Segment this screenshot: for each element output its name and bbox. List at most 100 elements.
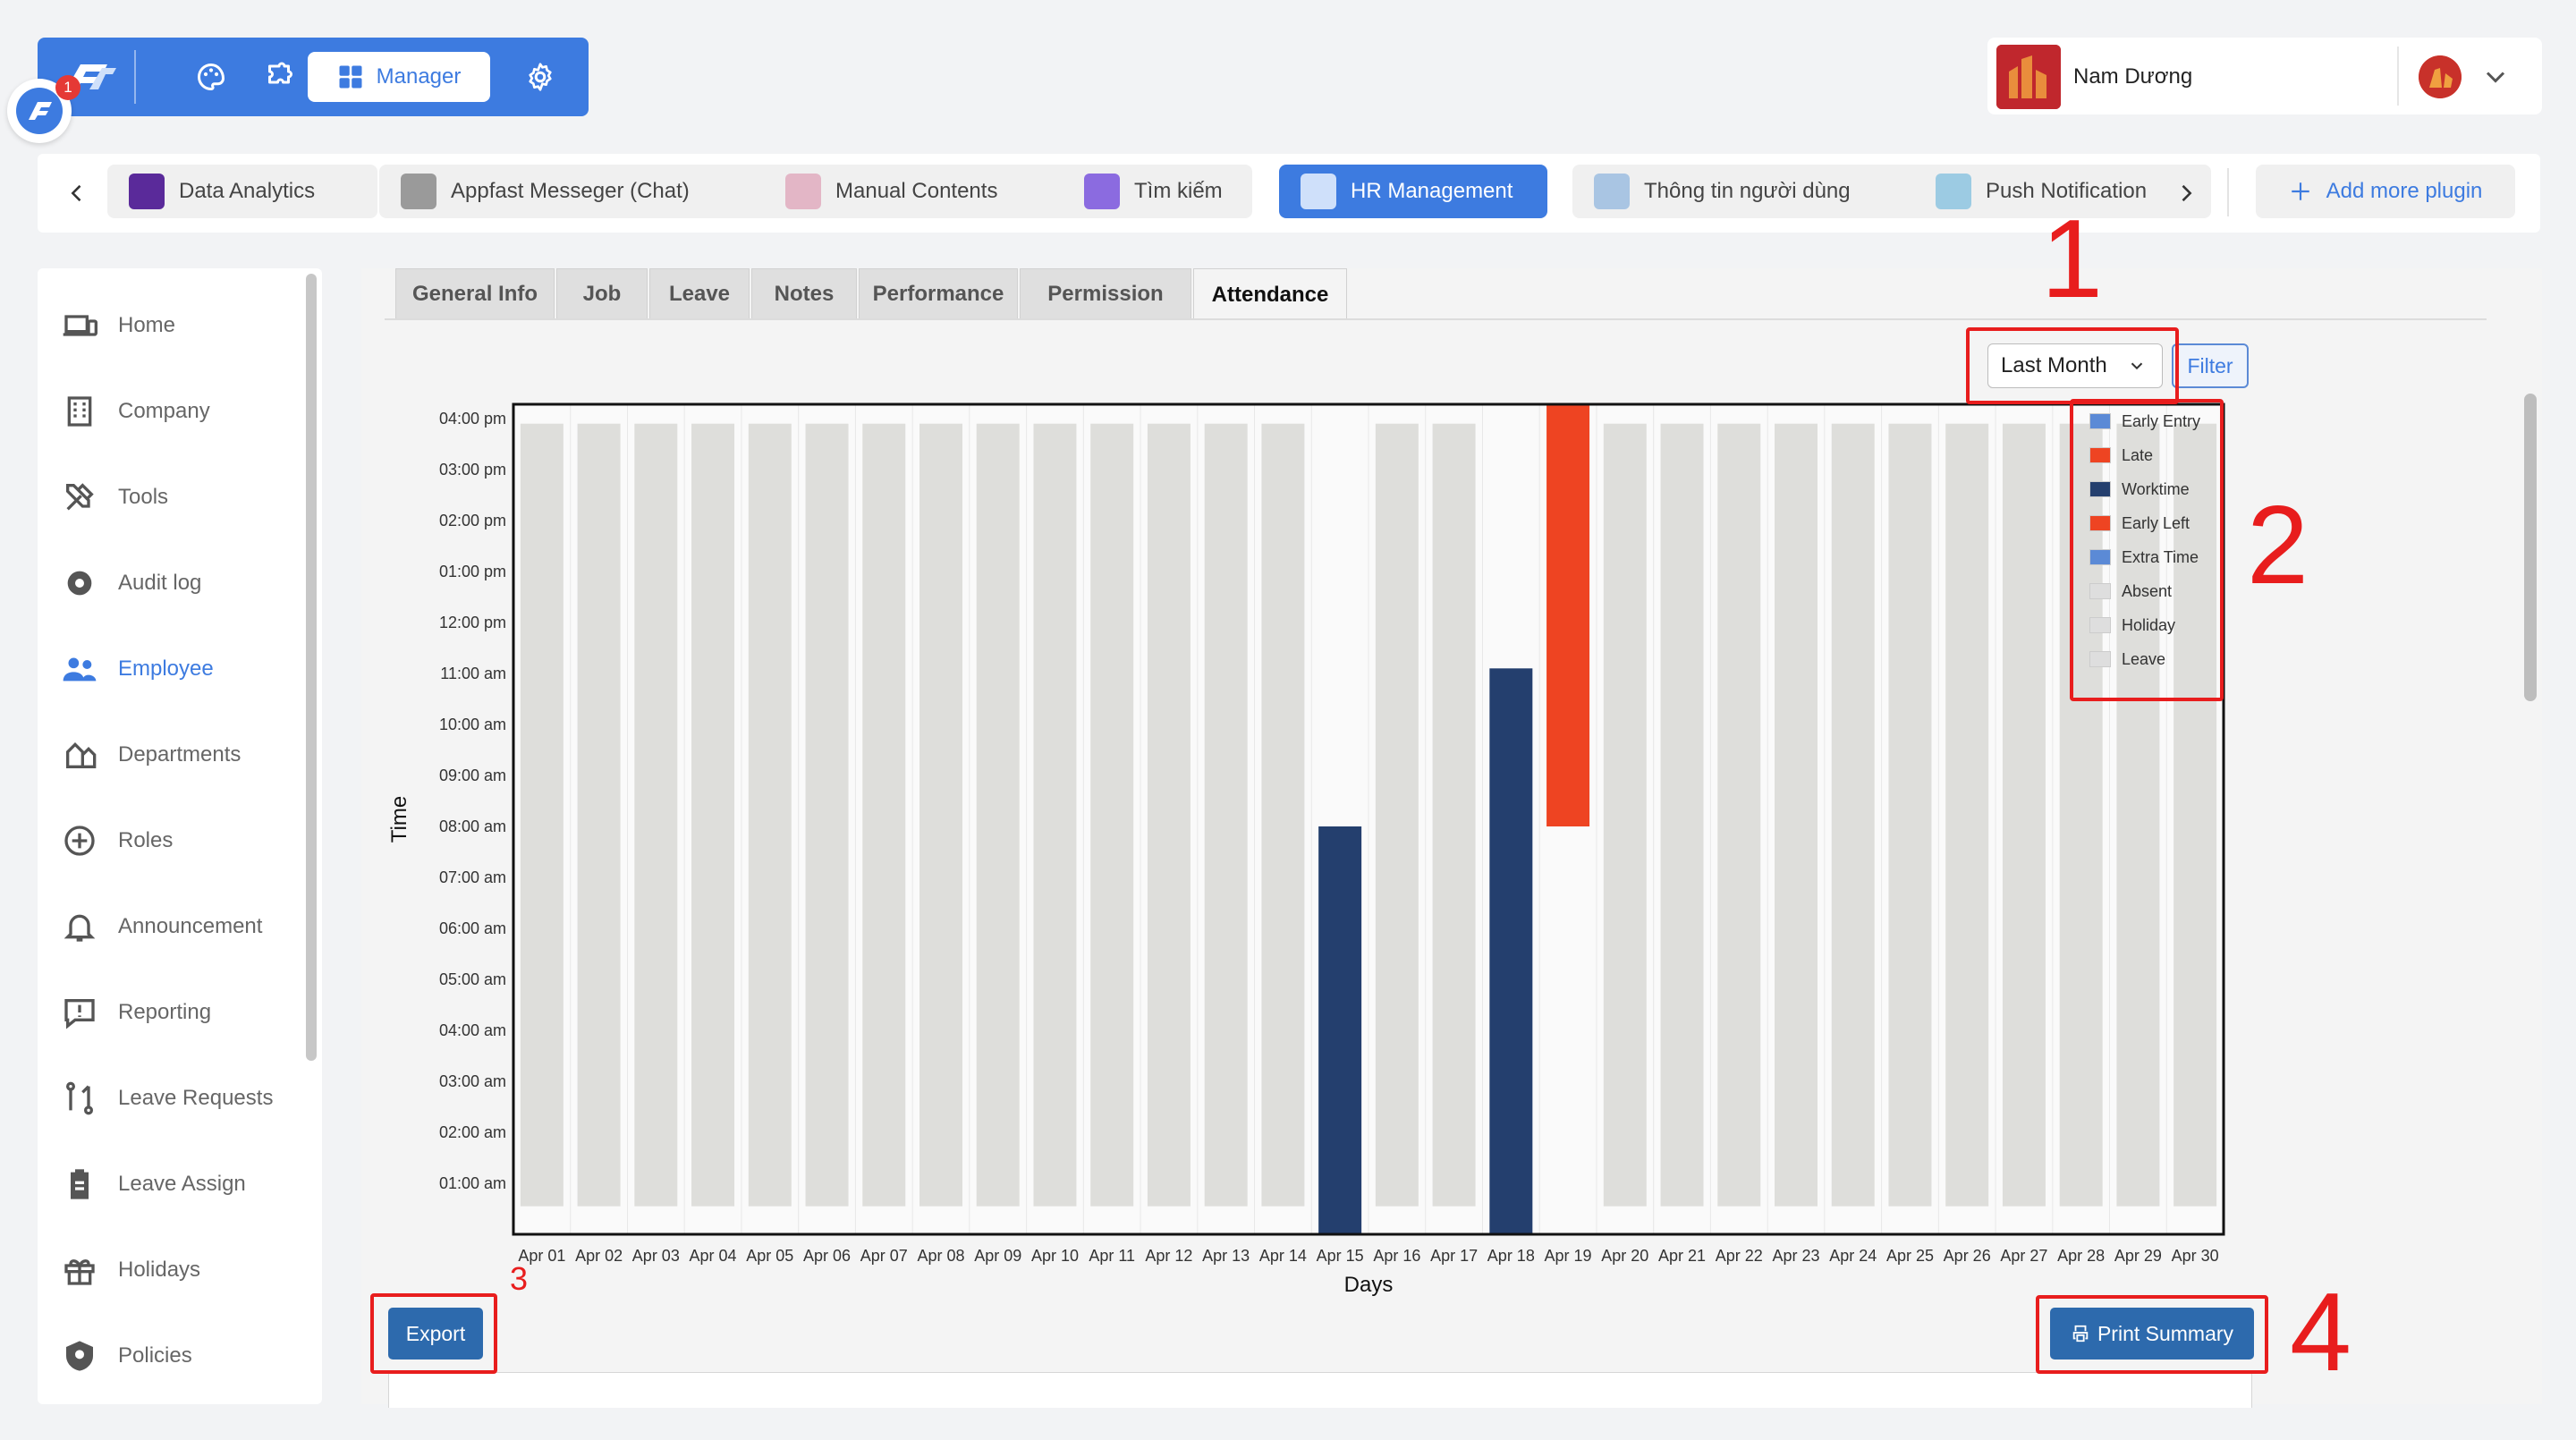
sidebar-item-policies[interactable]: Policies <box>61 1331 192 1381</box>
gear-icon[interactable] <box>513 50 567 104</box>
tab-leave[interactable]: Leave <box>649 268 750 320</box>
sidebar-scrollbar[interactable] <box>306 274 317 1061</box>
y-tick-label: 11:00 am <box>440 665 506 682</box>
sidebar-item-leave-assign[interactable]: Leave Assign <box>61 1159 246 1209</box>
sidebar-item-home[interactable]: Home <box>61 301 175 351</box>
tab-notes[interactable]: Notes <box>751 268 857 320</box>
plugin-tab-chat[interactable]: Appfast Messeger (Chat) <box>379 165 778 218</box>
sidebar-item-leave-requests[interactable]: Leave Requests <box>61 1073 273 1123</box>
sidebar-item-tools[interactable]: Tools <box>61 472 168 522</box>
bar-absent-apr-07 <box>862 423 906 1207</box>
plugin-label: Thông tin người dùng <box>1644 179 1851 203</box>
bar-absent-apr-20 <box>1603 423 1647 1207</box>
x-tick-label: Apr 17 <box>1430 1247 1478 1265</box>
bar-absent-apr-25 <box>1888 423 1932 1207</box>
x-tick-label: Apr 19 <box>1545 1247 1592 1265</box>
bar-absent-apr-22 <box>1717 423 1761 1207</box>
y-tick-label: 12:00 pm <box>439 614 506 631</box>
y-tick-label: 02:00 am <box>439 1123 506 1141</box>
y-tick-label: 05:00 am <box>439 970 506 988</box>
sidebar-item-departments[interactable]: Departments <box>61 730 241 780</box>
bar-late-apr-19 <box>1546 404 1590 826</box>
sidebar-item-audit-log[interactable]: Audit log <box>61 558 201 608</box>
plugin-tab-hr-management[interactable]: HR Management <box>1279 165 1547 218</box>
tab-general-info[interactable]: General Info <box>395 268 555 320</box>
chevron-right-icon[interactable] <box>2174 181 2199 206</box>
top-toolbar: Manager <box>38 38 589 116</box>
filter-button[interactable]: Filter <box>2172 343 2249 388</box>
sidebar-item-reporting[interactable]: Reporting <box>61 987 211 1038</box>
main-scrollbar[interactable] <box>2524 394 2537 701</box>
x-tick-label: Apr 21 <box>1658 1247 1706 1265</box>
building-icon <box>61 393 98 430</box>
plus-circle-icon <box>61 822 98 860</box>
attendance-chart: 01:00 am 02:00 am 03:00 am 04:00 am 05:00 am… <box>387 402 2225 1297</box>
manager-label: Manager <box>376 64 462 89</box>
user-avatar[interactable] <box>2419 55 2462 98</box>
y-tick-label: 10:00 am <box>439 716 506 733</box>
bar-absent-apr-01 <box>520 423 564 1207</box>
x-tick-label: Apr 20 <box>1601 1247 1648 1265</box>
tab-permission[interactable]: Permission <box>1020 268 1191 320</box>
annotation-box-2 <box>2070 399 2224 701</box>
user-menu[interactable]: Nam Dương <box>1987 38 2542 114</box>
sidebar-item-company[interactable]: Company <box>61 386 210 436</box>
bar-absent-apr-02 <box>577 423 621 1207</box>
sidebar-item-roles[interactable]: Roles <box>61 816 173 866</box>
chevron-down-icon[interactable] <box>2479 61 2512 93</box>
x-tick-label: Apr 07 <box>860 1247 908 1265</box>
tab-attendance[interactable]: Attendance <box>1193 268 1347 320</box>
annotation-number-3: 3 <box>510 1260 529 1297</box>
bar-absent-apr-17 <box>1432 423 1476 1207</box>
report-icon <box>61 994 98 1031</box>
x-tick-label: Apr 06 <box>803 1247 851 1265</box>
sidebar-item-holidays[interactable]: Holidays <box>61 1245 200 1295</box>
sidebar-item-employee[interactable]: Employee <box>61 644 214 694</box>
bar-absent-apr-05 <box>748 423 792 1207</box>
x-tick-label: Apr 08 <box>917 1247 964 1265</box>
annotation-number-2: 2 <box>2247 484 2309 607</box>
plugin-label: Tìm kiếm <box>1134 179 1223 203</box>
palette-icon[interactable] <box>184 50 238 104</box>
plugin-tab-user-info[interactable]: Thông tin người dùng <box>1572 165 1927 218</box>
bar-worktime-apr-18 <box>1489 668 1533 1234</box>
plugin-tab-search[interactable]: Tìm kiếm <box>1063 165 1252 218</box>
x-tick-label: Apr 23 <box>1772 1247 1819 1265</box>
plugin-tab-data-analytics[interactable]: Data Analytics <box>107 165 377 218</box>
bar-absent-apr-13 <box>1204 423 1248 1207</box>
grid-icon <box>339 65 362 89</box>
bar-absent-apr-24 <box>1831 423 1875 1207</box>
chevron-left-icon[interactable] <box>64 181 89 206</box>
org-icon <box>61 736 98 774</box>
manager-button[interactable]: Manager <box>308 52 490 102</box>
x-tick-label: Apr 15 <box>1317 1247 1364 1265</box>
bar-absent-apr-03 <box>634 423 678 1207</box>
add-plugin-button[interactable]: Add more plugin <box>2256 165 2515 218</box>
bar-absent-apr-09 <box>976 423 1020 1207</box>
plugin-label: Data Analytics <box>179 179 316 203</box>
gift-icon <box>61 1251 98 1289</box>
company-avatar <box>1996 45 2061 109</box>
sidebar-item-label: Leave Requests <box>118 1086 274 1110</box>
y-tick-label: 03:00 pm <box>439 461 506 479</box>
plus-icon <box>2291 182 2309 200</box>
y-tick-label: 03:00 am <box>439 1072 506 1090</box>
sidebar-item-announcement[interactable]: Announcement <box>61 902 262 952</box>
tab-job[interactable]: Job <box>556 268 648 320</box>
annotation-number-1: 1 <box>2041 198 2103 321</box>
shield-icon <box>61 1337 98 1375</box>
puzzle-icon[interactable] <box>252 50 306 104</box>
user-name: Nam Dương <box>2073 64 2193 89</box>
x-tick-label: Apr 26 <box>1944 1247 1991 1265</box>
bar-absent-apr-11 <box>1090 423 1134 1207</box>
sidebar-item-label: Policies <box>118 1343 192 1368</box>
push-icon <box>1936 174 1971 209</box>
user-info-icon <box>1594 174 1630 209</box>
bar-absent-apr-10 <box>1033 423 1077 1207</box>
gear-icon <box>61 564 98 602</box>
x-tick-label: Apr 09 <box>974 1247 1021 1265</box>
manual-icon <box>785 174 821 209</box>
sidebar-item-label: Holidays <box>118 1258 201 1282</box>
plugin-tab-manual-contents[interactable]: Manual Contents <box>764 165 1077 218</box>
tab-performance[interactable]: Performance <box>859 268 1018 320</box>
